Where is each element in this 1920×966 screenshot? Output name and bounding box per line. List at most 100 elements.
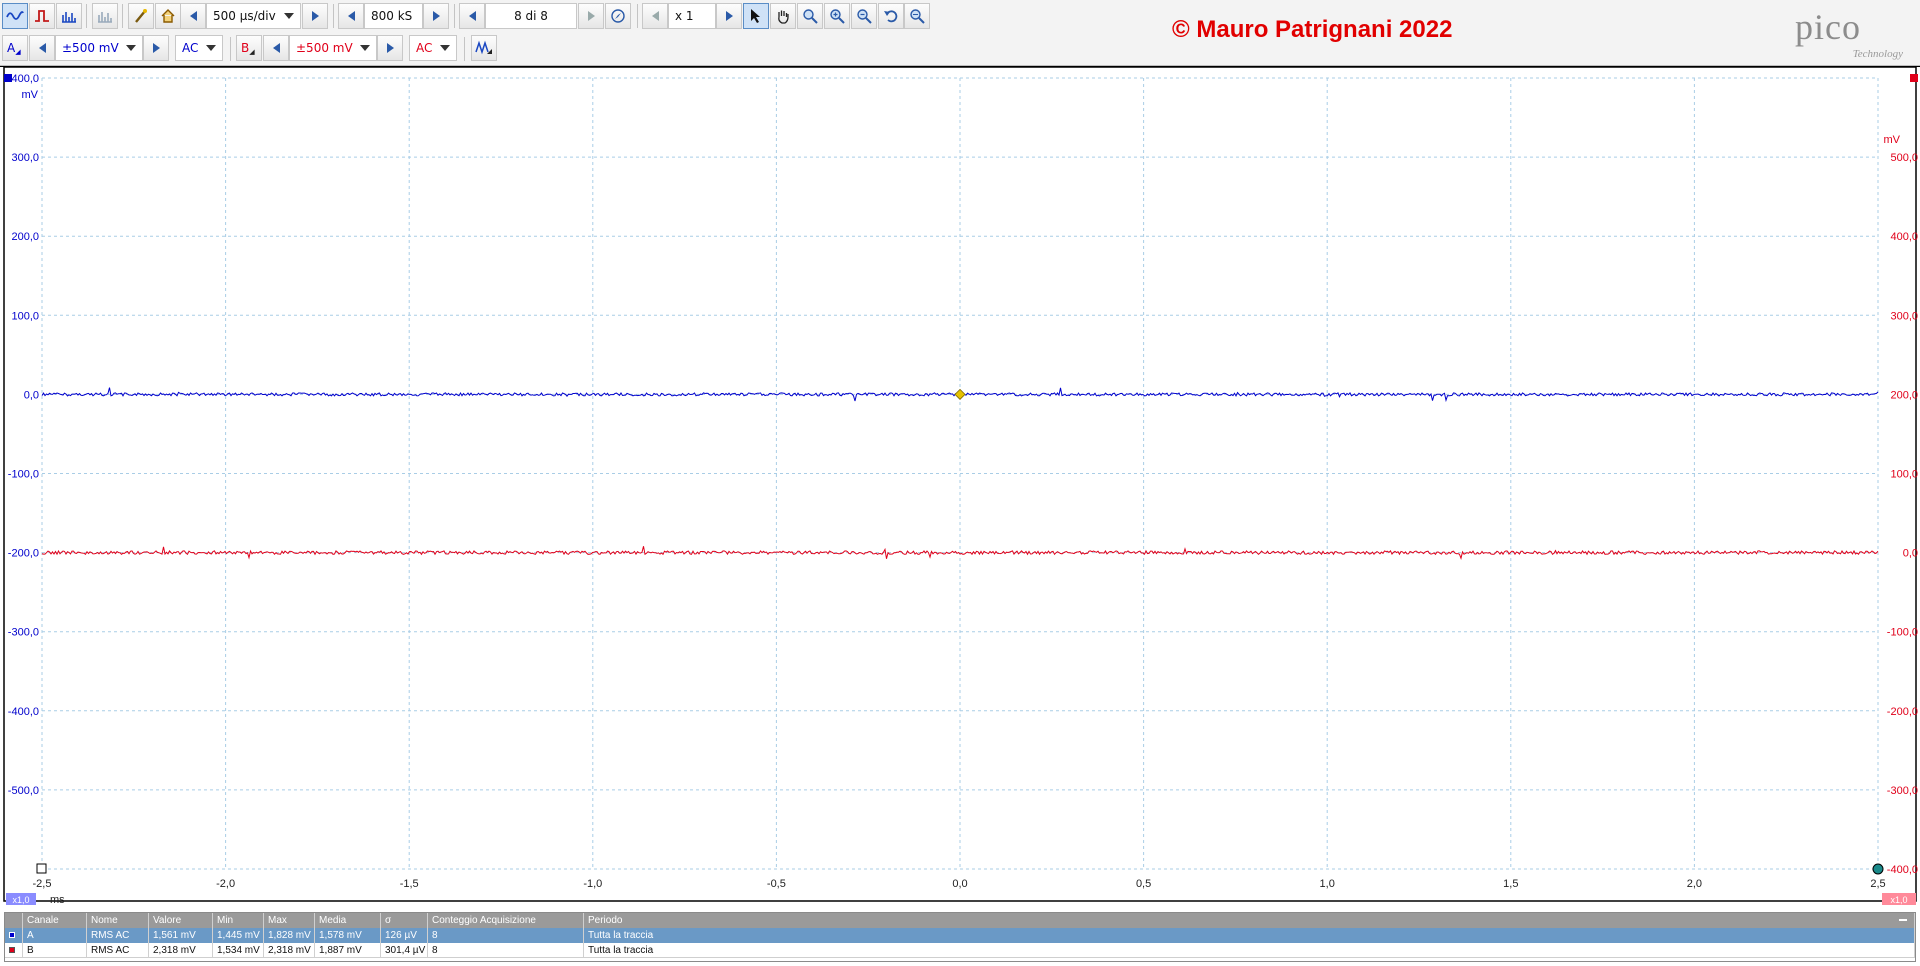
- y-tick-label-right: 300,0: [1890, 310, 1918, 322]
- spectrum-grey-icon: [98, 12, 112, 23]
- cell-mean: 1,887 mV: [315, 943, 381, 957]
- arrow-right-icon: [587, 11, 595, 21]
- copyright-text: © Mauro Patrignani 2022: [1172, 16, 1453, 43]
- header-max[interactable]: Max: [264, 913, 315, 928]
- timebase-select[interactable]: 500 µs/div: [206, 3, 301, 29]
- x-tick-label: -1,0: [583, 878, 602, 890]
- buffer-navigator[interactable]: 8 di 8: [485, 3, 577, 29]
- scope-view[interactable]: 400,0 300,0 200,0 100,0 0,0 -100,0 -200,0 -300,…: [0, 66, 1920, 906]
- channel-a-coupling-select[interactable]: AC: [175, 35, 223, 61]
- cell-value: 1,561 mV: [149, 928, 213, 943]
- arrow-right-icon: [152, 43, 160, 53]
- ruler-handle-left: [36, 863, 47, 874]
- channel-b-coupling-select[interactable]: AC: [409, 35, 457, 61]
- timebase-increase-button[interactable]: [302, 3, 328, 29]
- channel-b-range-increase-button[interactable]: [377, 35, 403, 61]
- samples-decrease-button[interactable]: [338, 3, 364, 29]
- table-row[interactable]: A RMS AC 1,561 mV 1,445 mV 1,828 mV 1,57…: [5, 928, 1915, 943]
- cell-period: Tutta la traccia: [584, 943, 1915, 957]
- toolbar-row-channels: A ◢ ±500 mV AC B ◢ ±500 mV AC: [0, 33, 1920, 65]
- channel-b-range-decrease-button[interactable]: [263, 35, 289, 61]
- zoom-factor-decrease-button[interactable]: [642, 3, 668, 29]
- probe-button[interactable]: [128, 3, 154, 29]
- channel-a-coupling-value: AC: [182, 41, 199, 55]
- zoom-area-button[interactable]: [797, 3, 823, 29]
- x-tick-label: 2,0: [1687, 878, 1702, 890]
- spectrum-mode-button[interactable]: [56, 3, 82, 29]
- y-tick-label-right: 200,0: [1890, 389, 1918, 401]
- zoom-in-button[interactable]: [824, 3, 850, 29]
- signal-generator-button[interactable]: [471, 35, 497, 61]
- channel-b-options-button[interactable]: B ◢: [236, 35, 262, 61]
- header-sigma[interactable]: σ: [381, 913, 428, 928]
- channel-b-range-select[interactable]: ±500 mV: [289, 35, 377, 61]
- channel-a-axis-marker: [4, 74, 12, 82]
- y-tick-label-left: -200,0: [8, 548, 39, 560]
- home-icon: [161, 9, 175, 23]
- arrow-left-icon: [272, 43, 280, 53]
- header-value[interactable]: Valore: [149, 913, 213, 928]
- samples-select[interactable]: 800 kS: [364, 3, 423, 29]
- channel-a-range-increase-button[interactable]: [143, 35, 169, 61]
- header-name[interactable]: Nome: [87, 913, 149, 928]
- x-tick-label: 2,5: [1870, 878, 1885, 890]
- chevron-down-icon: [440, 45, 450, 51]
- channel-a-range-select[interactable]: ±500 mV: [55, 35, 143, 61]
- undo-zoom-button[interactable]: [878, 3, 904, 29]
- persistence-mode-button[interactable]: [29, 3, 55, 29]
- corner-arrow-icon: ◢: [249, 48, 255, 56]
- zoom-factor-value: x 1: [675, 9, 694, 23]
- compass-icon: [611, 9, 625, 23]
- chevron-down-icon: [360, 45, 370, 51]
- select-tool-button[interactable]: [743, 3, 769, 29]
- table-row[interactable]: B RMS AC 2,318 mV 1,534 mV 2,318 mV 1,88…: [5, 943, 1915, 958]
- cell-channel: A: [23, 928, 87, 943]
- spectrum-disabled-button[interactable]: [92, 3, 118, 29]
- hand-tool-button[interactable]: [770, 3, 796, 29]
- scope-mode-button[interactable]: [2, 3, 28, 29]
- minimize-icon[interactable]: [1899, 919, 1907, 921]
- scope-graph[interactable]: 400,0 300,0 200,0 100,0 0,0 -100,0 -200,0 -300,…: [0, 67, 1920, 907]
- measurements-header: Canale Nome Valore Min Max Media σ Conte…: [5, 913, 1915, 928]
- toolbar-row-main: 500 µs/div 800 kS 8 di 8 x 1: [0, 0, 1920, 32]
- cell-name: RMS AC: [87, 943, 149, 957]
- channel-a-scale-badge-text: x1,0: [12, 895, 29, 905]
- y-tick-label-right: -400,0: [1887, 864, 1918, 876]
- y-tick-label-right: 100,0: [1890, 469, 1918, 481]
- x-tick-label: -2,5: [33, 878, 52, 890]
- timebase-decrease-button[interactable]: [180, 3, 206, 29]
- arrow-right-icon: [725, 11, 733, 21]
- y-tick-label-left: 100,0: [11, 310, 39, 322]
- cell-sigma: 126 µV: [381, 928, 428, 943]
- y-tick-label-left: -300,0: [8, 627, 39, 639]
- buffer-next-button[interactable]: [578, 3, 604, 29]
- zoom-overview-button[interactable]: [904, 3, 930, 29]
- channel-a-range-decrease-button[interactable]: [29, 35, 55, 61]
- x-tick-label: 1,0: [1320, 878, 1335, 890]
- header-channel[interactable]: Canale: [23, 913, 87, 928]
- header-mean[interactable]: Media: [315, 913, 381, 928]
- header-min[interactable]: Min: [213, 913, 264, 928]
- home-button[interactable]: [155, 3, 181, 29]
- arrow-left-icon: [347, 11, 355, 21]
- cell-period: Tutta la traccia: [584, 928, 1915, 943]
- samples-increase-button[interactable]: [423, 3, 449, 29]
- header-count[interactable]: Conteggio Acquisizione: [428, 913, 584, 928]
- zoom-out-button[interactable]: [851, 3, 877, 29]
- arrow-left-icon: [38, 43, 46, 53]
- buffer-previous-button[interactable]: [459, 3, 485, 29]
- buffer-value: 8 di 8: [514, 9, 548, 23]
- x-tick-label: -2,0: [216, 878, 235, 890]
- cell-count: 8: [428, 943, 584, 957]
- logo-subtext: Technology: [1852, 48, 1903, 60]
- zoom-factor-field[interactable]: x 1: [668, 3, 716, 29]
- samples-value: 800 kS: [371, 9, 413, 23]
- y-tick-label-left: 0,0: [24, 389, 39, 401]
- buffer-overview-button[interactable]: [605, 3, 631, 29]
- zoom-factor-increase-button[interactable]: [716, 3, 742, 29]
- channel-a-options-button[interactable]: A ◢: [2, 35, 28, 61]
- header-period[interactable]: Periodo: [584, 913, 1915, 928]
- y-tick-label-right: -200,0: [1887, 706, 1918, 718]
- y-tick-label-right: -100,0: [1887, 627, 1918, 639]
- cell-channel: B: [23, 943, 87, 957]
